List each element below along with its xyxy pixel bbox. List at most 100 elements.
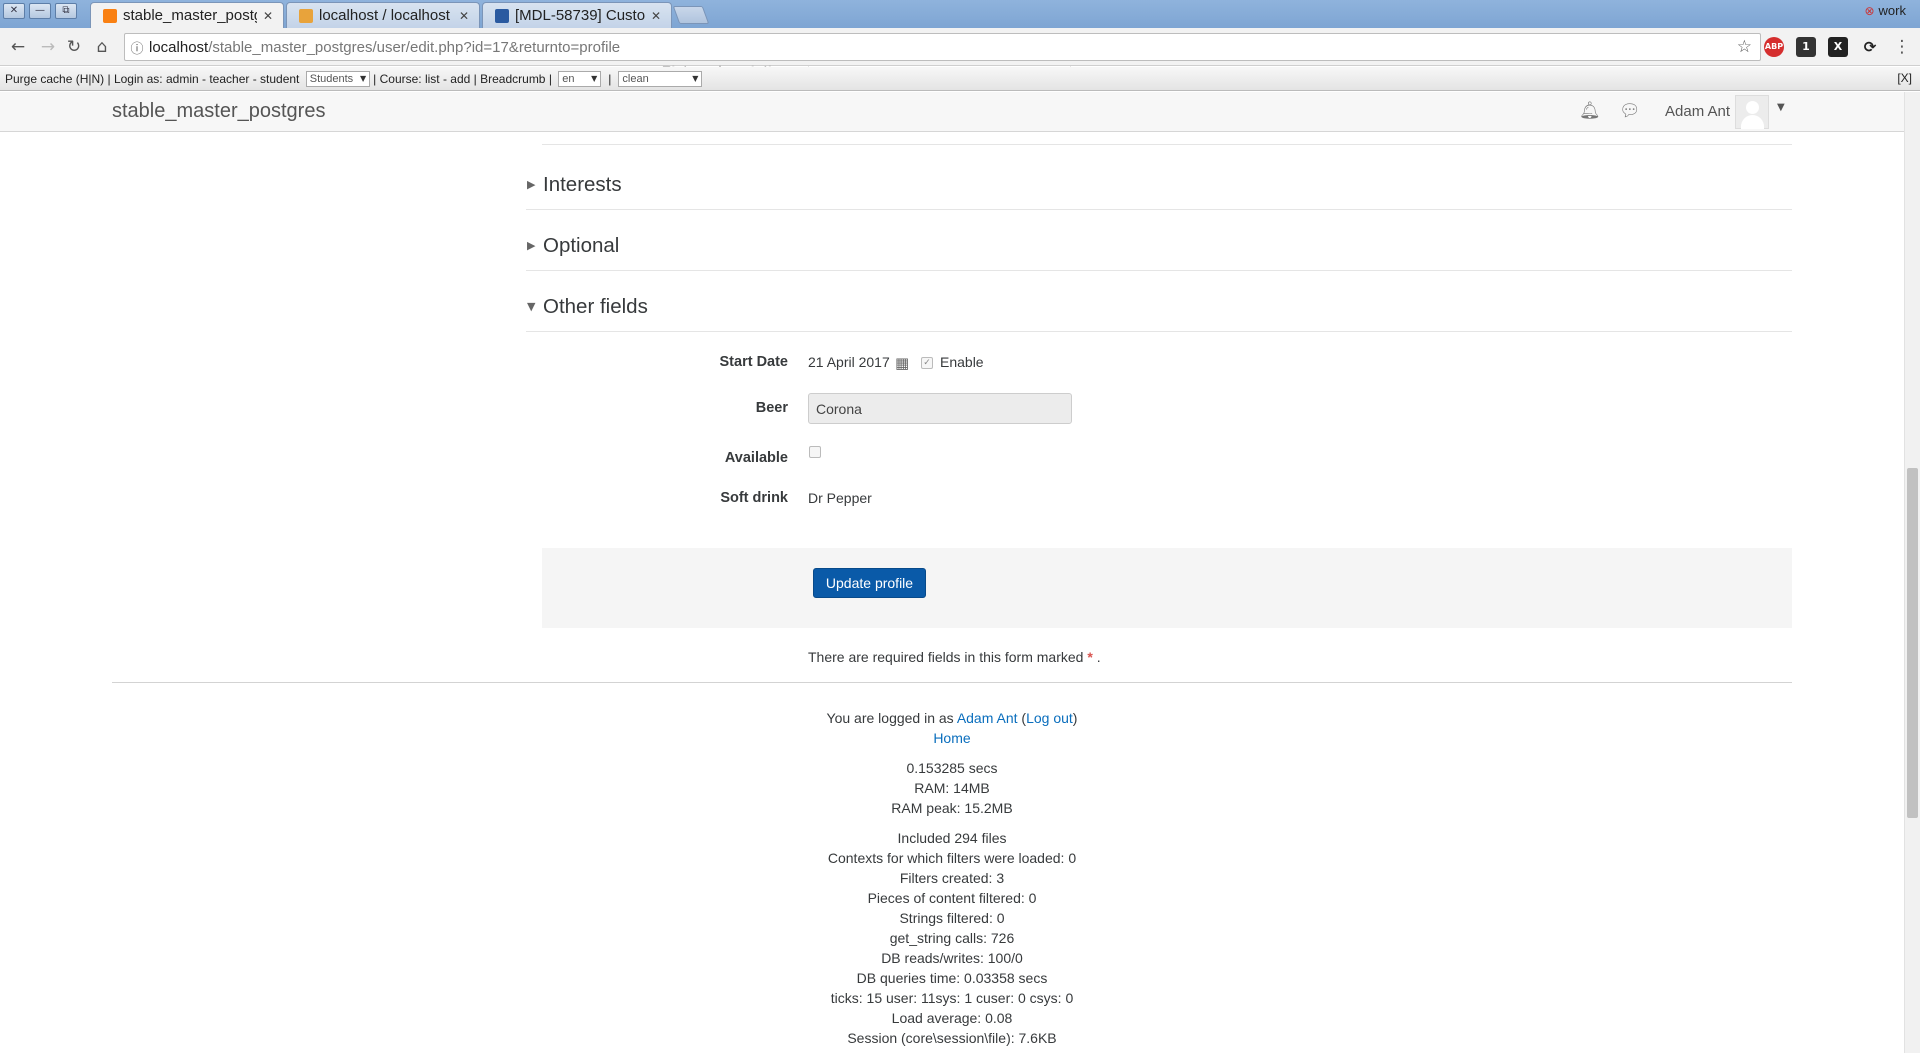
tab-title: stable_master_postgres <box>123 7 257 24</box>
required-note-text: There are required fields in this form m… <box>808 649 1084 665</box>
login-info: You are logged in as Adam Ant (Log out) <box>826 710 1078 726</box>
tracker-favicon-icon <box>495 8 509 23</box>
perf-stat-line: Included 294 files <box>897 830 1007 846</box>
soft-drink-value: Dr Pepper <box>808 490 872 506</box>
chevron-right-icon: ▶ <box>527 239 536 252</box>
tab-title: [MDL-58739] Custom <box>515 7 645 24</box>
performance-stats: Included 294 files Contexts for which fil… <box>112 828 1792 1048</box>
profile-label: work <box>1878 3 1906 18</box>
start-date-enable-checkbox[interactable]: ✓ <box>921 357 933 369</box>
site-name-link[interactable]: stable_master_postgres <box>112 100 325 123</box>
browser-menu-icon[interactable]: ⋮ <box>1892 37 1912 57</box>
messages-icon[interactable]: 💬︎ <box>1619 101 1641 121</box>
site-navbar: stable_master_postgres 🔔︎ 💬︎ Adam Ant ▼ <box>0 92 1904 132</box>
browser-tab-moodle[interactable]: stable_master_postgres ✕ <box>90 2 284 28</box>
perf-stat-line: Strings filtered: 0 <box>899 910 1005 926</box>
phpmyadmin-favicon-icon <box>299 8 313 23</box>
adblock-plus-icon[interactable]: ABP <box>1764 37 1784 57</box>
user-profile-link[interactable]: Adam Ant <box>957 710 1018 726</box>
section-other-fields[interactable]: ▼ Other fields <box>526 282 1792 332</box>
footer-divider <box>112 682 1792 683</box>
browser-tab-phpmyadmin[interactable]: localhost / localhost ✕ <box>286 2 480 28</box>
performance-timing: 0.153285 secs RAM: 14MB RAM peak: 15.2MB <box>112 758 1792 818</box>
tab-title: localhost / localhost <box>319 7 450 24</box>
perf-stat-line: Pieces of content filtered: 0 <box>867 890 1037 906</box>
perf-stat-line: Session (core\session\file): 7.6KB <box>847 1030 1057 1046</box>
perf-stat-line: Contexts for which filters were loaded: … <box>827 850 1077 866</box>
extension-x-icon[interactable]: X <box>1828 37 1848 57</box>
start-date-label: Start Date <box>719 354 789 370</box>
role-select[interactable]: Students <box>305 70 371 87</box>
section-title: Interests <box>543 172 622 196</box>
soft-drink-label: Soft drink <box>720 490 788 506</box>
perf-stat-line: RAM: 14MB <box>914 780 990 796</box>
bookmark-star-icon[interactable]: ☆ <box>1737 37 1752 57</box>
purge-login-text[interactable]: Purge cache (H|N) | Login as: <box>5 72 163 86</box>
close-tab-icon[interactable]: ✕ <box>651 9 661 23</box>
browser-tab-bar: ✕ — ⧉ stable_master_postgres ✕ localhost… <box>0 0 1920 28</box>
user-menu-caret-icon[interactable]: ▼ <box>1777 102 1785 113</box>
available-checkbox[interactable] <box>809 446 821 458</box>
browser-toolbar: ← → ↻ ⌂ ⓘ localhost /stable_master_postg… <box>0 28 1920 66</box>
beer-field[interactable] <box>808 393 1072 424</box>
section-title: Other fields <box>543 294 648 318</box>
available-label: Available <box>724 450 788 466</box>
extension-badge-icon[interactable]: 1 <box>1796 37 1816 57</box>
divider <box>542 144 1792 145</box>
start-date-value[interactable]: 21 April 2017 <box>808 354 890 370</box>
perf-stat-line: DB queries time: 0.03358 secs <box>856 970 1048 986</box>
site-info-icon[interactable]: ⓘ <box>125 38 149 57</box>
section-interests[interactable]: ▶ Interests <box>526 160 1792 210</box>
perf-stat-line: ticks: 15 user: 11sys: 1 cuser: 0 csys: … <box>830 990 1074 1006</box>
url-host: localhost <box>149 38 209 56</box>
language-select[interactable]: en <box>558 70 602 87</box>
new-tab-button[interactable] <box>672 6 710 24</box>
calendar-icon[interactable]: ▦ <box>895 354 909 372</box>
notifications-bell-icon[interactable]: 🔔︎ <box>1579 101 1601 121</box>
user-menu-name[interactable]: Adam Ant <box>1665 103 1730 120</box>
close-window-button[interactable]: ✕ <box>3 3 25 19</box>
home-link[interactable]: Home <box>933 730 970 746</box>
theme-select[interactable]: clean <box>618 70 703 87</box>
forward-icon[interactable]: → <box>38 37 58 57</box>
minimize-window-button[interactable]: — <box>29 3 51 19</box>
required-star: * <box>1087 649 1093 665</box>
address-bar[interactable]: ⓘ localhost /stable_master_postgres/user… <box>124 33 1761 61</box>
update-profile-button[interactable]: Update profile <box>813 568 926 598</box>
login-as-users[interactable]: admin - teacher - student <box>166 72 299 86</box>
required-fields-note: There are required fields in this form m… <box>808 649 1101 665</box>
logged-in-text: You are logged in as <box>826 710 954 726</box>
back-icon[interactable]: ← <box>8 37 28 57</box>
page-footer: You are logged in as Adam Ant (Log out) … <box>112 708 1792 1048</box>
required-note-end: . <box>1096 649 1101 665</box>
browser-tab-tracker[interactable]: [MDL-58739] Custom ✕ <box>482 2 672 28</box>
avatar[interactable] <box>1735 95 1769 129</box>
maximize-window-button[interactable]: ⧉ <box>55 3 77 19</box>
close-tab-icon[interactable]: ✕ <box>459 9 469 23</box>
close-devbar-button[interactable]: [X] <box>1897 71 1912 85</box>
form-actions <box>542 548 1792 628</box>
chevron-right-icon: ▶ <box>527 178 536 191</box>
enable-label: Enable <box>940 354 984 370</box>
browser-profile[interactable]: ⊗ work <box>1864 3 1906 18</box>
chevron-down-icon: ▼ <box>527 300 536 313</box>
url-path: /stable_master_postgres/user/edit.php?id… <box>208 38 621 56</box>
course-text: | Course: <box>373 71 422 86</box>
perf-stat-line: DB reads/writes: 100/0 <box>881 950 1023 966</box>
moodle-favicon-icon <box>103 8 117 23</box>
incognito-icon: ⊗ <box>1864 3 1875 18</box>
close-tab-icon[interactable]: ✕ <box>263 9 273 23</box>
developer-toolbar: Purge cache (H|N) | Login as: admin - te… <box>0 67 1920 91</box>
extension-swirl-icon[interactable]: ⟳ <box>1860 37 1880 57</box>
section-optional[interactable]: ▶ Optional <box>526 221 1792 271</box>
section-title: Optional <box>543 233 620 257</box>
beer-label: Beer <box>755 400 788 416</box>
logout-link[interactable]: Log out <box>1026 710 1073 726</box>
course-links[interactable]: list - add <box>425 72 470 86</box>
scrollbar-thumb[interactable] <box>1907 468 1918 818</box>
perf-stat-line: get_string calls: 726 <box>889 930 1015 946</box>
home-icon[interactable]: ⌂ <box>92 37 112 57</box>
perf-stat-line: 0.153285 secs <box>906 760 998 776</box>
reload-icon[interactable]: ↻ <box>64 37 84 57</box>
breadcrumb-text[interactable]: | Breadcrumb | <box>474 72 552 86</box>
